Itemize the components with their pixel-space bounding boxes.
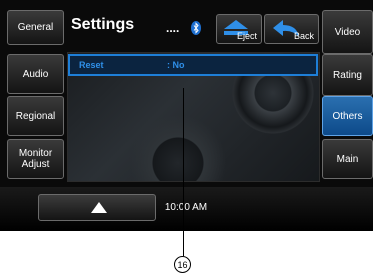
- bluetooth-icon: [191, 21, 201, 35]
- menu-main-label: Main: [336, 153, 359, 165]
- status-dots: ....: [166, 21, 180, 35]
- back-button[interactable]: Back: [264, 14, 319, 44]
- callout-number: 16: [174, 256, 191, 273]
- menu-rating-button[interactable]: Rating: [322, 54, 373, 96]
- menu-audio-button[interactable]: Audio: [7, 54, 64, 94]
- menu-general-label: General: [17, 22, 54, 33]
- back-label: Back: [293, 31, 314, 41]
- menu-monitor-adjust-label: Monitor Adjust: [18, 148, 53, 170]
- menu-general-button[interactable]: General: [7, 10, 64, 45]
- menu-video-label: Video: [334, 26, 361, 38]
- eject-label: Eject: [236, 31, 257, 41]
- page-title: Settings: [71, 16, 135, 33]
- head-unit-screen: General Audio Regional Monitor Adjust Se…: [0, 0, 373, 231]
- menu-rating-label: Rating: [333, 69, 362, 81]
- eject-button[interactable]: Eject: [216, 14, 262, 44]
- callout-leader-line: [183, 88, 184, 256]
- scroll-up-button[interactable]: [38, 194, 156, 221]
- menu-others-label: Others: [332, 110, 363, 122]
- up-arrow-icon: [91, 202, 107, 213]
- menu-video-button[interactable]: Video: [322, 10, 373, 54]
- menu-regional-button[interactable]: Regional: [7, 96, 64, 136]
- menu-others-button[interactable]: Others: [322, 96, 373, 136]
- menu-main-button[interactable]: Main: [322, 139, 373, 179]
- reset-label: Reset: [79, 60, 104, 70]
- menu-monitor-adjust-button[interactable]: Monitor Adjust: [7, 139, 64, 179]
- menu-audio-label: Audio: [22, 68, 49, 80]
- reset-value: : No: [167, 60, 185, 70]
- menu-regional-label: Regional: [15, 110, 56, 122]
- clock-display: 10:00 AM: [164, 202, 208, 213]
- reset-setting-row[interactable]: Reset : No: [68, 54, 318, 76]
